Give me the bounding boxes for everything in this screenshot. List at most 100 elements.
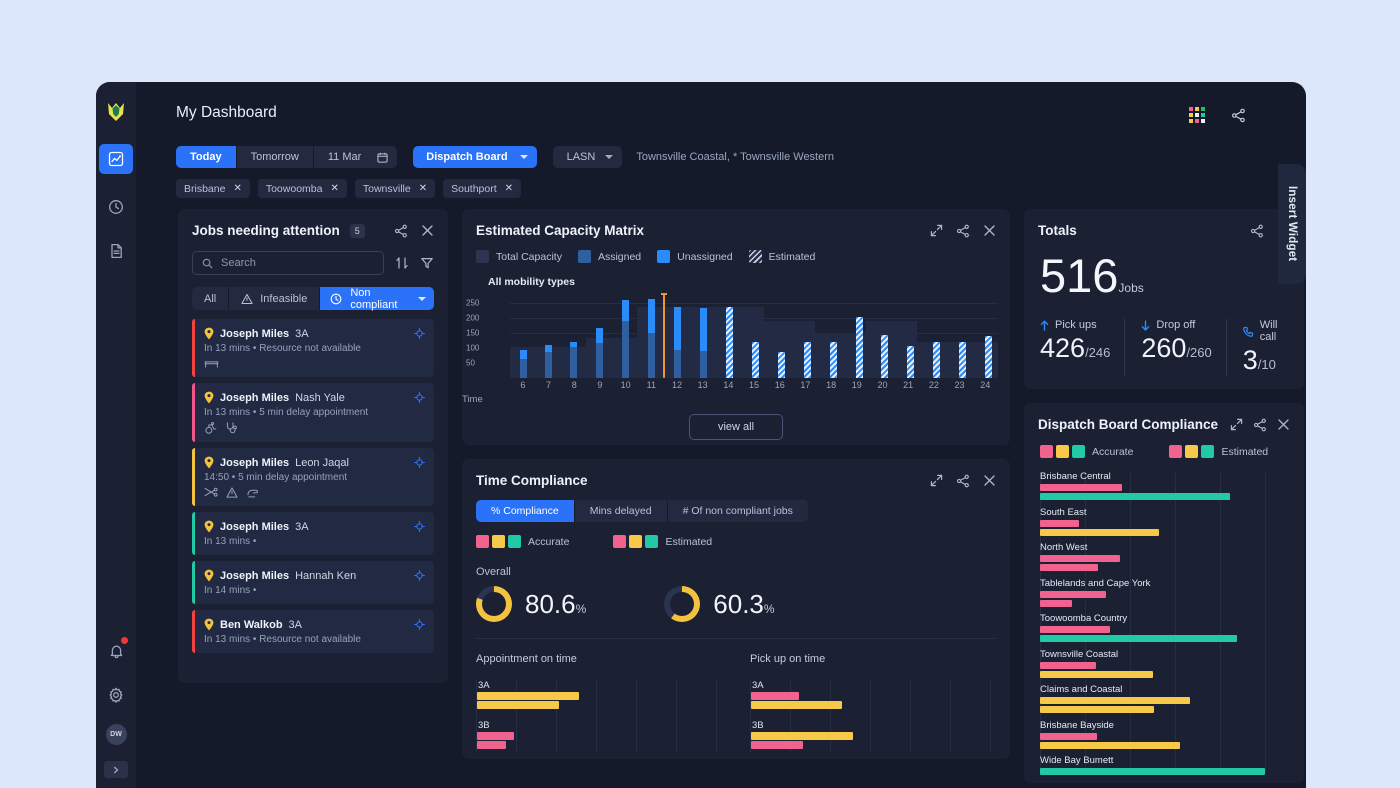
avatar[interactable]: DW: [105, 724, 127, 745]
tab-percent-compliance[interactable]: % Compliance: [476, 500, 575, 522]
list-item[interactable]: Joseph Miles 3A In 13 mins • Resource no…: [192, 319, 434, 377]
share-icon[interactable]: [1250, 224, 1264, 238]
share-icon[interactable]: [1231, 108, 1246, 123]
bar-estimated: [477, 701, 559, 709]
legend-item-assigned: Assigned: [577, 250, 641, 263]
legend-label: Estimated: [1221, 445, 1269, 458]
filter-tab-all[interactable]: All: [192, 287, 230, 310]
share-icon[interactable]: [956, 474, 970, 488]
totals-willcall-label: Will call: [1242, 319, 1290, 343]
capacity-plot-inner: [510, 293, 998, 378]
expand-icon[interactable]: [1230, 418, 1243, 431]
tab-today[interactable]: Today: [176, 146, 237, 168]
date-picker-value: 11 Mar: [327, 151, 362, 163]
pin-icon: [204, 391, 214, 404]
close-icon[interactable]: [983, 474, 996, 487]
sidebar-item-analytics[interactable]: [99, 144, 133, 174]
locate-icon[interactable]: [414, 328, 425, 339]
locate-icon[interactable]: [414, 619, 425, 630]
date-picker[interactable]: 11 Mar: [314, 146, 397, 168]
bar-accurate: [751, 692, 799, 700]
totals-breakdown: Pick ups 426/246 Drop off 260/260 Will c…: [1024, 299, 1304, 377]
capacity-bar-11: [648, 299, 655, 378]
dashboard-grid: Jobs needing attention 5 Search All Infe…: [136, 198, 1306, 783]
chip-toowoomba[interactable]: Toowoomba ✕: [257, 179, 347, 198]
bar-accurate: [1040, 697, 1190, 704]
filter-tab-non-compliant[interactable]: Non compliant: [320, 287, 434, 311]
close-icon[interactable]: ✕: [419, 183, 427, 194]
close-icon[interactable]: [983, 224, 996, 237]
locate-icon[interactable]: [414, 457, 425, 468]
toolbar: Today Tomorrow 11 Mar Dispatch Board LAS…: [136, 138, 1306, 168]
time-compliance-title: Time Compliance: [476, 473, 588, 488]
column-left: Jobs needing attention 5 Search All Infe…: [178, 209, 448, 783]
close-icon[interactable]: [1277, 418, 1290, 431]
chip-townsville[interactable]: Townsville ✕: [354, 179, 436, 198]
tab-tomorrow[interactable]: Tomorrow: [237, 146, 314, 168]
share-icon[interactable]: [956, 224, 970, 238]
jobs-search-row: Search: [178, 238, 448, 275]
totals-panel: Totals 516Jobs Pick ups 426/246 Drop off…: [1024, 209, 1304, 389]
capacity-bar-23: [959, 342, 966, 378]
locate-icon[interactable]: [414, 521, 425, 532]
share-icon[interactable]: [1253, 418, 1267, 432]
list-item[interactable]: Ben Walkob 3A In 13 mins • Resource not …: [192, 610, 434, 653]
tab-mins-delayed[interactable]: Mins delayed: [574, 500, 668, 522]
search-input[interactable]: Search: [192, 251, 384, 275]
lasn-select[interactable]: LASN: [552, 146, 623, 168]
close-icon[interactable]: [421, 224, 434, 237]
chart-title: Pick up on time: [750, 653, 826, 665]
expand-icon[interactable]: [930, 474, 943, 487]
job-icons: [204, 487, 424, 498]
sidebar-item-notifications[interactable]: [99, 636, 133, 666]
filter-icon[interactable]: [420, 256, 434, 270]
bar-accurate: [1040, 519, 1079, 527]
tab-non-compliant-jobs[interactable]: # Of non compliant jobs: [667, 500, 808, 522]
capacity-bar-8: [570, 342, 577, 378]
x-tick: 12: [671, 380, 682, 390]
filter-tab-infeasible[interactable]: Infeasible: [229, 287, 321, 310]
sidebar-item-documents[interactable]: [99, 236, 133, 266]
dispatch-board-label: Dispatch Board: [426, 151, 508, 163]
close-icon[interactable]: ✕: [233, 183, 241, 194]
list-item[interactable]: Joseph Miles Hannah Ken In 14 mins •: [192, 561, 434, 604]
view-all-button[interactable]: view all: [688, 414, 784, 440]
sidebar-item-history[interactable]: [99, 192, 133, 222]
column-right: Totals 516Jobs Pick ups 426/246 Drop off…: [1024, 209, 1304, 783]
chip-brisbane[interactable]: Brisbane ✕: [176, 179, 250, 198]
expand-icon[interactable]: [930, 224, 943, 237]
close-icon[interactable]: ✕: [330, 183, 338, 194]
warning-triangle-icon: [241, 293, 253, 305]
capacity-bar-9: [596, 328, 603, 378]
list-item[interactable]: Joseph Miles Nash Yale In 13 mins • 5 mi…: [192, 383, 434, 442]
glove-icon: [246, 487, 259, 498]
time-compliance-legend: Accurate Estimated: [462, 522, 1010, 548]
time-compliance-header: Time Compliance: [462, 459, 1010, 488]
close-icon[interactable]: ✕: [505, 183, 513, 194]
share-icon[interactable]: [394, 224, 408, 238]
list-item[interactable]: Joseph Miles 3A In 13 mins •: [192, 512, 434, 555]
rail-expand-button[interactable]: [104, 761, 128, 778]
x-tick: 22: [928, 380, 939, 390]
sort-icon[interactable]: [395, 256, 409, 270]
list-item[interactable]: Joseph Miles Leon Jaqal 14:50 • 5 min de…: [192, 448, 434, 506]
locate-icon[interactable]: [414, 392, 425, 403]
sidebar-item-settings[interactable]: [99, 680, 133, 710]
total-capacity-band: [586, 338, 637, 378]
bar-estimated: [1040, 599, 1072, 607]
compliance-label: Townsville Coastal: [1040, 648, 1119, 660]
locate-icon[interactable]: [414, 570, 425, 581]
bar-accurate: [751, 741, 803, 749]
chip-southport[interactable]: Southport ✕: [443, 179, 522, 198]
job-name: Joseph Miles: [220, 569, 290, 582]
warning-triangle-icon: [226, 487, 238, 498]
dispatch-board-select[interactable]: Dispatch Board: [413, 146, 537, 168]
compliance-title: Dispatch Board Compliance: [1038, 417, 1219, 432]
x-tick: 13: [697, 380, 708, 390]
insert-widget-tab[interactable]: Insert Widget: [1278, 164, 1306, 284]
capacity-bar-19: [856, 317, 863, 378]
pickup-on-time-chart: Pick up on time 3A 3B: [750, 653, 991, 752]
apps-grid-icon[interactable]: [1189, 107, 1205, 123]
calendar-icon: [377, 152, 388, 163]
app-logo[interactable]: [96, 90, 136, 134]
